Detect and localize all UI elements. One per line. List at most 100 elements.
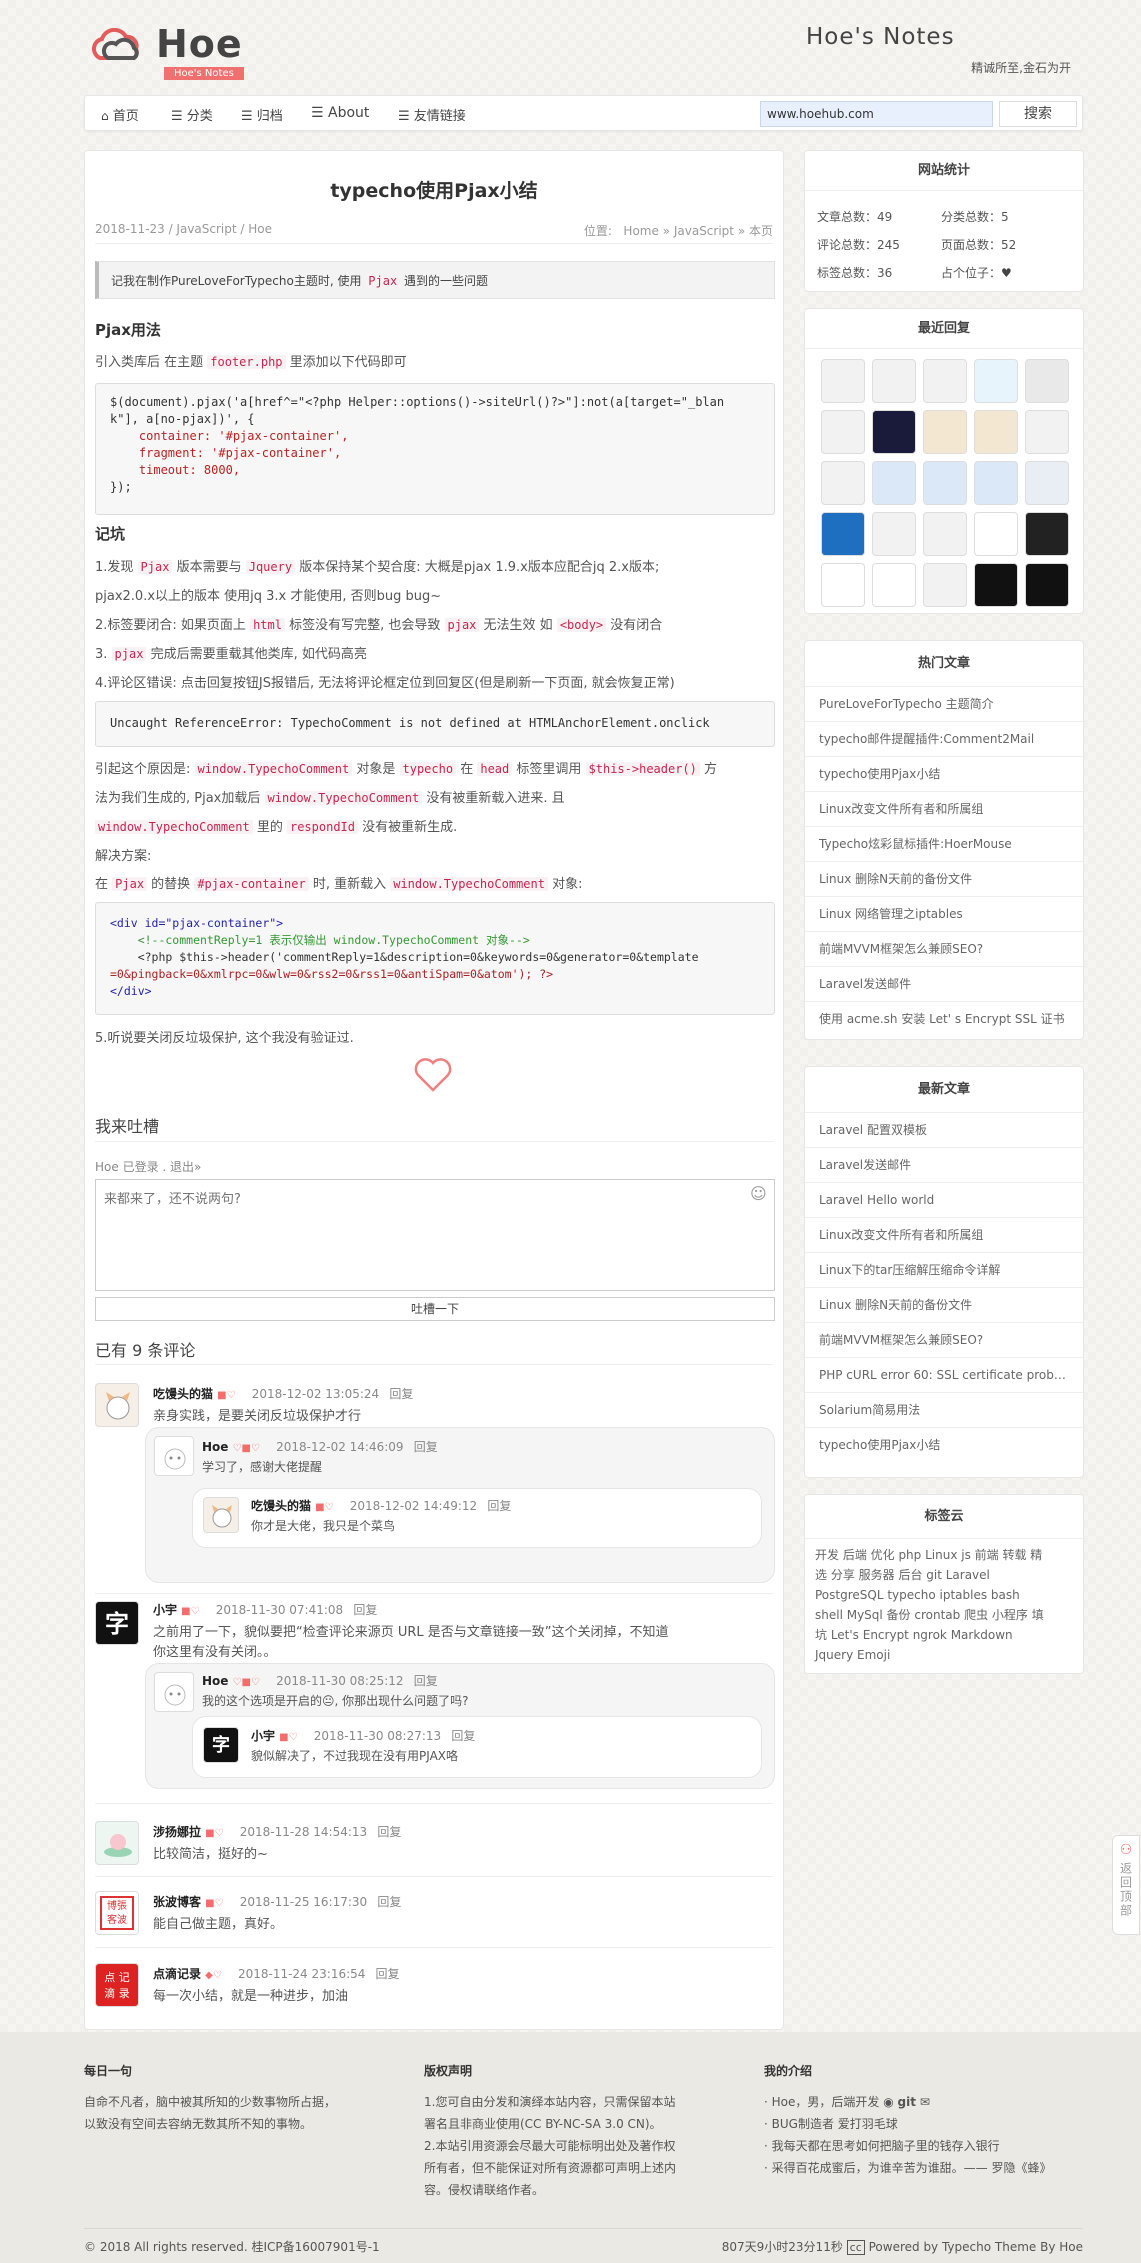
reply-avatar[interactable] (821, 410, 865, 454)
submit-comment-button[interactable]: 吐槽一下 (95, 1297, 775, 1321)
hot-post-link[interactable]: Linux 网络管理之iptables (805, 897, 1083, 932)
footer-title: 每日一句 (84, 2064, 133, 2078)
reply-avatar[interactable] (1025, 563, 1069, 607)
tag-line[interactable]: Jquery Emoji (815, 1645, 1044, 1665)
comment-author[interactable]: 吃馒头的猫 (153, 1387, 213, 1401)
tag-line[interactable]: 选 分享 服务器 后台 git Laravel (815, 1565, 1044, 1585)
comment-author[interactable]: 张波博客 (153, 1895, 201, 1909)
nav-item-category[interactable]: ☰ 分类 (171, 105, 213, 124)
back-to-top-button[interactable]: ⚇ 返回顶部 (1112, 1835, 1140, 1935)
post-author-link[interactable]: Hoe (248, 222, 272, 236)
comment-author[interactable]: 涉扬娜拉 (153, 1825, 201, 1839)
nav-item-links[interactable]: ☰ 友情链接 (398, 105, 466, 124)
reply-avatar[interactable] (974, 410, 1018, 454)
reply-link[interactable]: 回复 (414, 1440, 438, 1454)
comment-author[interactable]: 吃馒头的猫 (251, 1499, 311, 1513)
reply-link[interactable]: 回复 (389, 1387, 413, 1401)
nav-item-archive[interactable]: ☰ 归档 (241, 105, 283, 124)
logged-in-status[interactable]: Hoe 已登录 . 退出» (95, 1158, 201, 1175)
hot-post-link[interactable]: typecho邮件提醒插件:Comment2Mail (805, 722, 1083, 757)
github-icon[interactable]: ◉ (883, 2095, 893, 2109)
comment: 点 记滴 录 点滴记录 ◆♡ 2018-11-24 23:16:54 回复 每一… (85, 1963, 785, 2013)
reply-link[interactable]: 回复 (376, 1967, 400, 1981)
comment-text: 貌似解决了，不过我现在没有用PJAX咯 (251, 1749, 458, 1763)
latest-post-link[interactable]: Linux改变文件所有者和所属组 (805, 1218, 1083, 1253)
reply-avatar[interactable] (821, 359, 865, 403)
site-logo[interactable]: Hoe Hoe's Notes (86, 22, 246, 82)
reply-avatar[interactable] (821, 461, 865, 505)
reply-avatar[interactable] (1025, 512, 1069, 556)
hot-post-link[interactable]: Laravel发送邮件 (805, 967, 1083, 1002)
comment-author[interactable]: Hoe (202, 1440, 228, 1454)
latest-post-link[interactable]: 前端MVVM框架怎么兼顾SEO? (805, 1323, 1083, 1358)
reply-avatar[interactable] (974, 512, 1018, 556)
hot-post-link[interactable]: 使用 acme.sh 安装 Let' s Encrypt SSL 证书 (805, 1002, 1083, 1037)
latest-post-link[interactable]: Laravel Hello world (805, 1183, 1083, 1218)
emoji-icon[interactable]: ☺ (750, 1184, 767, 1203)
reply-avatar[interactable] (821, 512, 865, 556)
reply-avatar[interactable] (923, 359, 967, 403)
reply-avatar[interactable] (872, 512, 916, 556)
post-category-link[interactable]: JavaScript (176, 222, 236, 236)
hot-post-link[interactable]: Typecho炫彩鼠标插件:HoerMouse (805, 827, 1083, 862)
reply-avatar[interactable] (872, 461, 916, 505)
heading-pitfalls: 记坑 (95, 525, 126, 543)
reply-avatar[interactable] (1025, 461, 1069, 505)
reply-avatar[interactable] (923, 512, 967, 556)
comment: 博張 客波 张波博客 ■♡ 2018-11-25 16:17:30 回复 能自己做… (85, 1891, 785, 1941)
comment-author[interactable]: 点滴记录 (153, 1967, 201, 1981)
comment-textarea[interactable] (95, 1179, 775, 1291)
nav-item-home[interactable]: ⌂ 首页 (101, 105, 139, 124)
comment-author[interactable]: 小宇 (153, 1603, 177, 1617)
like-heart-icon[interactable] (413, 1057, 453, 1093)
reply-link[interactable]: 回复 (377, 1895, 401, 1909)
tag-line[interactable]: PostgreSQL typecho iptables bash (815, 1585, 1044, 1605)
hot-post-link[interactable]: Linux 删除N天前的备份文件 (805, 862, 1083, 897)
breadcrumb-category[interactable]: JavaScript (674, 224, 734, 238)
reply-avatar[interactable] (923, 461, 967, 505)
list-icon: ☰ (241, 109, 253, 124)
reply-avatar[interactable] (872, 563, 916, 607)
powered-by[interactable]: Powered by Typecho Theme By Hoe (869, 2240, 1083, 2254)
reply-avatar[interactable] (974, 461, 1018, 505)
hot-post-link[interactable]: 前端MVVM框架怎么兼顾SEO? (805, 932, 1083, 967)
reply-link[interactable]: 回复 (353, 1603, 377, 1617)
latest-post-link[interactable]: PHP cURL error 60: SSL certificate probl… (805, 1358, 1083, 1393)
comment-author[interactable]: Hoe (202, 1674, 228, 1688)
tag-line[interactable]: shell MySql 备份 crontab 爬虫 小程序 填 (815, 1605, 1044, 1625)
hot-post-link[interactable]: Linux改变文件所有者和所属组 (805, 792, 1083, 827)
hot-post-link[interactable]: PureLoveForTypecho 主题简介 (805, 687, 1083, 722)
reply-avatar[interactable] (923, 410, 967, 454)
reply-avatar[interactable] (974, 359, 1018, 403)
reply-avatar[interactable] (821, 563, 865, 607)
latest-post-link[interactable]: Solarium简易用法 (805, 1393, 1083, 1428)
latest-post-link[interactable]: Laravel 配置双模板 (805, 1113, 1083, 1148)
latest-post-link[interactable]: Linux 删除N天前的备份文件 (805, 1288, 1083, 1323)
reply-avatar[interactable] (923, 563, 967, 607)
reply-link[interactable]: 回复 (487, 1499, 511, 1513)
reply-link[interactable]: 回复 (451, 1729, 475, 1743)
reply-link[interactable]: 回复 (414, 1674, 438, 1688)
code-line: </div> (110, 984, 152, 998)
latest-post-link[interactable]: typecho使用Pjax小结 (805, 1428, 1083, 1463)
git-link[interactable]: git (898, 2095, 916, 2109)
reply-avatar[interactable] (872, 359, 916, 403)
search-button[interactable]: 搜索 (999, 101, 1077, 127)
latest-post-link[interactable]: Linux下的tar压缩解压缩命令详解 (805, 1253, 1083, 1288)
reply-avatar[interactable] (872, 410, 916, 454)
breadcrumb-home[interactable]: Home (623, 224, 658, 238)
comment-author[interactable]: 小宇 (251, 1729, 275, 1743)
reply-avatar[interactable] (1025, 410, 1069, 454)
reply-avatar[interactable] (974, 563, 1018, 607)
tag-line[interactable]: 开发 后端 优化 php Linux js 前端 转载 精 (815, 1545, 1044, 1565)
logo-icon (91, 28, 139, 60)
tag-cloud[interactable]: 开发 后端 优化 php Linux js 前端 转载 精 选 分享 服务器 后… (815, 1545, 1044, 1665)
nav-item-about[interactable]: ☰ About (311, 105, 369, 121)
hot-post-link[interactable]: typecho使用Pjax小结 (805, 757, 1083, 792)
tag-line[interactable]: 坑 Let's Encrypt ngrok Markdown (815, 1625, 1044, 1645)
search-input[interactable] (760, 101, 993, 127)
reply-link[interactable]: 回复 (377, 1825, 401, 1839)
latest-post-link[interactable]: Laravel发送邮件 (805, 1148, 1083, 1183)
mail-icon[interactable]: ✉ (920, 2095, 930, 2109)
reply-avatar[interactable] (1025, 359, 1069, 403)
